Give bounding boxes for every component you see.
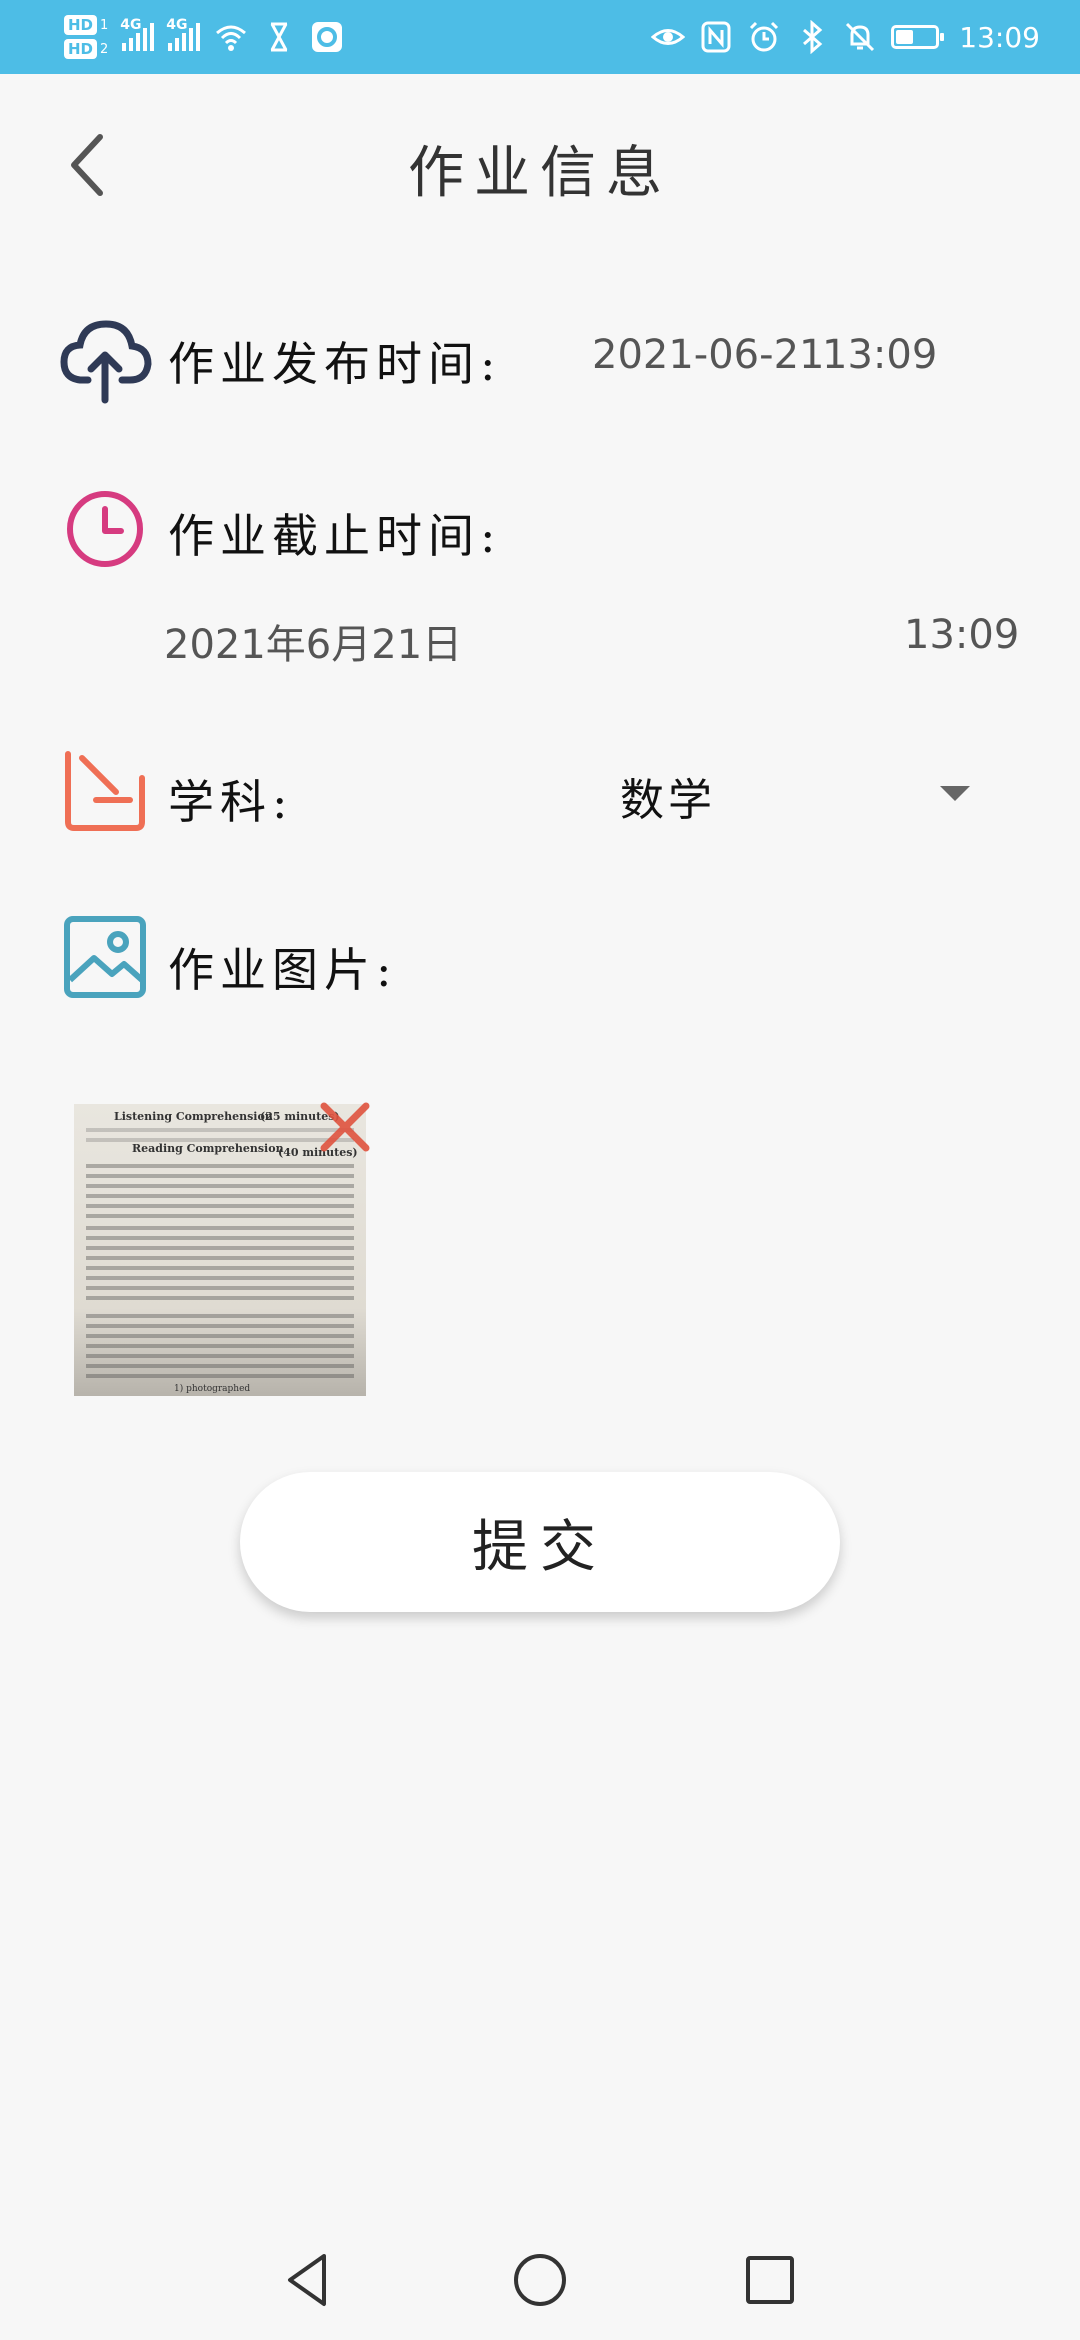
hd-indicators: HD 1 HD 2	[64, 15, 108, 59]
hd-1: HD 1	[64, 15, 108, 35]
hd-2-label: HD	[64, 39, 98, 59]
battery-fill	[896, 30, 914, 44]
subject-dropdown[interactable]: 数学	[600, 754, 1000, 834]
nav-home-icon[interactable]	[510, 2250, 570, 2310]
thumb-text-line	[86, 1354, 354, 1358]
hd-2-num: 2	[100, 41, 109, 57]
hd-2: HD 2	[64, 39, 108, 59]
eye-icon	[651, 29, 686, 45]
hd-1-label: HD	[64, 15, 98, 35]
deadline-time[interactable]: 13:09	[904, 612, 1019, 658]
images-label: 作业图片:	[168, 943, 398, 997]
subject-label: 学科:	[168, 775, 294, 829]
thumb-text-line	[86, 1266, 354, 1270]
mute-icon	[846, 22, 875, 52]
publish-time-row: 作业发布时间: 2021-06-21 13:09	[0, 310, 1080, 410]
battery-icon	[891, 25, 945, 49]
thumb-text-line	[86, 1194, 354, 1198]
publish-time: 13:09	[822, 332, 938, 378]
nav-recents-icon[interactable]	[740, 2250, 800, 2310]
status-left: HD 1 HD 2 4G 4G	[64, 8, 344, 66]
subject-icon	[58, 744, 152, 838]
thumb-heading-1: Listening Comprehension	[114, 1110, 273, 1123]
app-notification-icon	[312, 22, 343, 52]
publish-time-label: 作业发布时间:	[168, 337, 502, 391]
cloud-upload-icon	[58, 312, 152, 406]
thumb-text-line	[86, 1286, 354, 1290]
delete-image-icon[interactable]	[318, 1100, 372, 1154]
signal-2-icon: 4G	[166, 17, 201, 51]
thumb-text-line	[86, 1184, 354, 1188]
thumb-text-line	[86, 1276, 354, 1280]
network-type-1: 4G	[120, 17, 142, 33]
thumb-text-line	[86, 1128, 354, 1132]
thumb-text-line	[86, 1374, 354, 1378]
caret-down-icon	[940, 786, 970, 801]
status-bar: HD 1 HD 2 4G 4G 13:09	[0, 0, 1080, 74]
submit-button[interactable]: 提交	[240, 1472, 840, 1612]
thumb-text-line	[86, 1364, 354, 1368]
thumb-text-line	[86, 1296, 354, 1300]
thumb-footer: 1) photographed	[174, 1384, 251, 1394]
bluetooth-icon	[803, 20, 823, 54]
signal-1-icon: 4G	[120, 17, 155, 51]
status-right: 13:09	[651, 8, 1040, 66]
thumb-text-line	[86, 1334, 354, 1338]
publish-date: 2021-06-21	[592, 332, 825, 378]
subject-row: 学科: 数学	[0, 744, 1080, 844]
thumb-text-line	[86, 1246, 354, 1250]
subject-value: 数学	[620, 775, 716, 826]
nfc-icon	[701, 21, 731, 53]
thumb-text-line	[86, 1314, 354, 1318]
alarm-icon	[750, 21, 779, 52]
thumb-text-line	[86, 1174, 354, 1178]
deadline-row: 作业截止时间: 2021年6月21日 13:09	[0, 482, 1080, 682]
thumb-text-line	[86, 1164, 354, 1168]
thumb-text-line	[86, 1324, 354, 1328]
hourglass-icon	[270, 22, 288, 52]
image-icon	[58, 910, 152, 1004]
wifi-icon	[216, 25, 247, 51]
network-type-2: 4G	[166, 17, 188, 33]
hd-1-num: 1	[100, 17, 109, 33]
thumb-text-line	[86, 1236, 354, 1240]
clock-icon	[58, 482, 152, 576]
page-title: 作业信息	[408, 141, 672, 206]
thumb-text-line	[86, 1226, 354, 1230]
thumb-text-line	[86, 1344, 354, 1348]
thumb-text-line	[86, 1214, 354, 1218]
deadline-date[interactable]: 2021年6月21日	[164, 612, 462, 670]
thumb-heading-2: Reading Comprehension	[132, 1142, 284, 1155]
thumb-text-line	[86, 1204, 354, 1208]
thumb-text-line	[86, 1256, 354, 1260]
navigation-bar	[0, 2218, 1080, 2340]
status-time: 13:09	[959, 20, 1040, 54]
header: 作业信息	[0, 74, 1080, 254]
deadline-label: 作业截止时间:	[168, 509, 502, 563]
images-row: 作业图片:	[0, 910, 1080, 1010]
nav-back-icon[interactable]	[280, 2250, 340, 2310]
